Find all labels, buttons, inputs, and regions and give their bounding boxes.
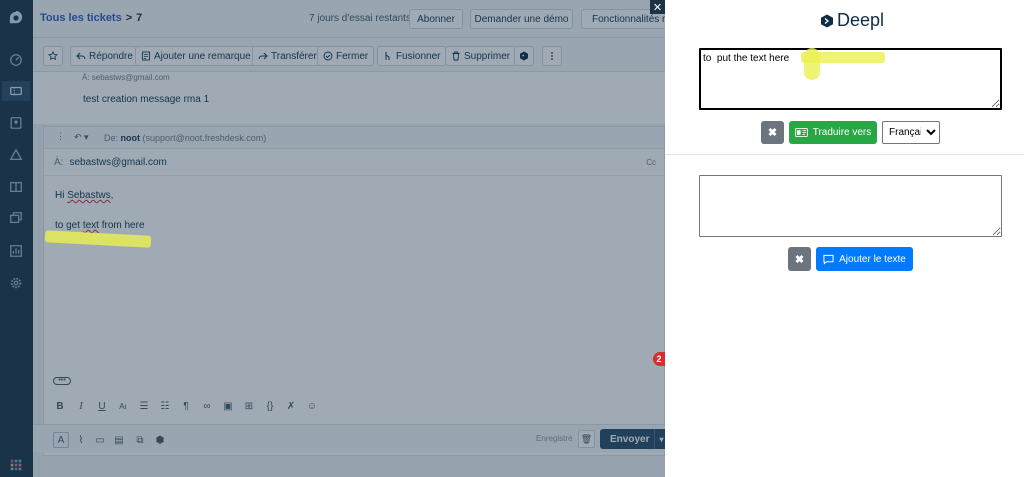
clear-source-button[interactable]: ✖ <box>761 121 784 144</box>
annotation-highlight <box>804 48 820 80</box>
translated-text-output[interactable] <box>699 175 1002 237</box>
clear-icon: ✖ <box>794 253 805 266</box>
panel-divider <box>665 154 1024 155</box>
notification-badge[interactable]: 2 <box>653 352 665 366</box>
close-panel-icon[interactable]: ✕ <box>650 0 665 14</box>
translate-label: Traduire vers <box>812 127 872 138</box>
comment-icon <box>823 254 834 265</box>
translate-button[interactable]: Traduire vers <box>789 121 877 144</box>
clear-icon: ✖ <box>767 127 778 139</box>
deepl-panel: Deepl to put the text here ✖ Traduire ve… <box>665 0 1024 477</box>
deepl-brand: Deepl <box>820 10 884 31</box>
translate-icon <box>794 128 808 137</box>
add-text-button[interactable]: Ajouter le texte <box>816 247 913 271</box>
add-text-label: Ajouter le texte <box>839 253 906 265</box>
deepl-logo-icon <box>821 14 833 27</box>
deepl-title: Deepl <box>837 10 885 30</box>
clear-output-button[interactable]: ✖ <box>788 247 811 271</box>
target-language-select[interactable]: Français <box>882 121 940 144</box>
